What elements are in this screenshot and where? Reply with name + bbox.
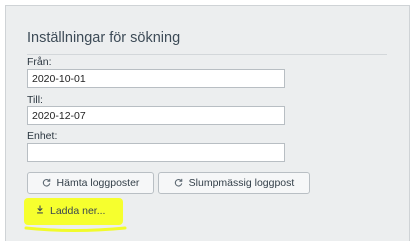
screenshot-stage: Inställningar för sökning Från: Till: En… [0,0,416,241]
download-button[interactable]: Ladda ner... [29,201,112,220]
refresh-icon [174,178,183,189]
random-log-label: Slumpmässig loggpost [188,177,295,189]
refresh-icon [42,178,51,189]
from-label: Från: [27,56,52,68]
panel-title: Inställningar för sökning [27,30,181,46]
unit-field[interactable] [27,143,285,162]
download-icon [36,204,44,217]
to-date-field[interactable] [27,106,285,125]
unit-label: Enhet: [27,130,58,142]
fetch-logs-label: Hämta loggposter [56,177,140,189]
from-date-field[interactable] [27,69,285,88]
fetch-logs-button[interactable]: Hämta loggposter [27,172,154,194]
random-log-button[interactable]: Slumpmässig loggpost [158,172,310,194]
to-label: Till: [27,94,43,106]
download-label: Ladda ner... [50,204,106,217]
title-divider [27,54,387,55]
highlight-underline-stroke [24,226,127,233]
